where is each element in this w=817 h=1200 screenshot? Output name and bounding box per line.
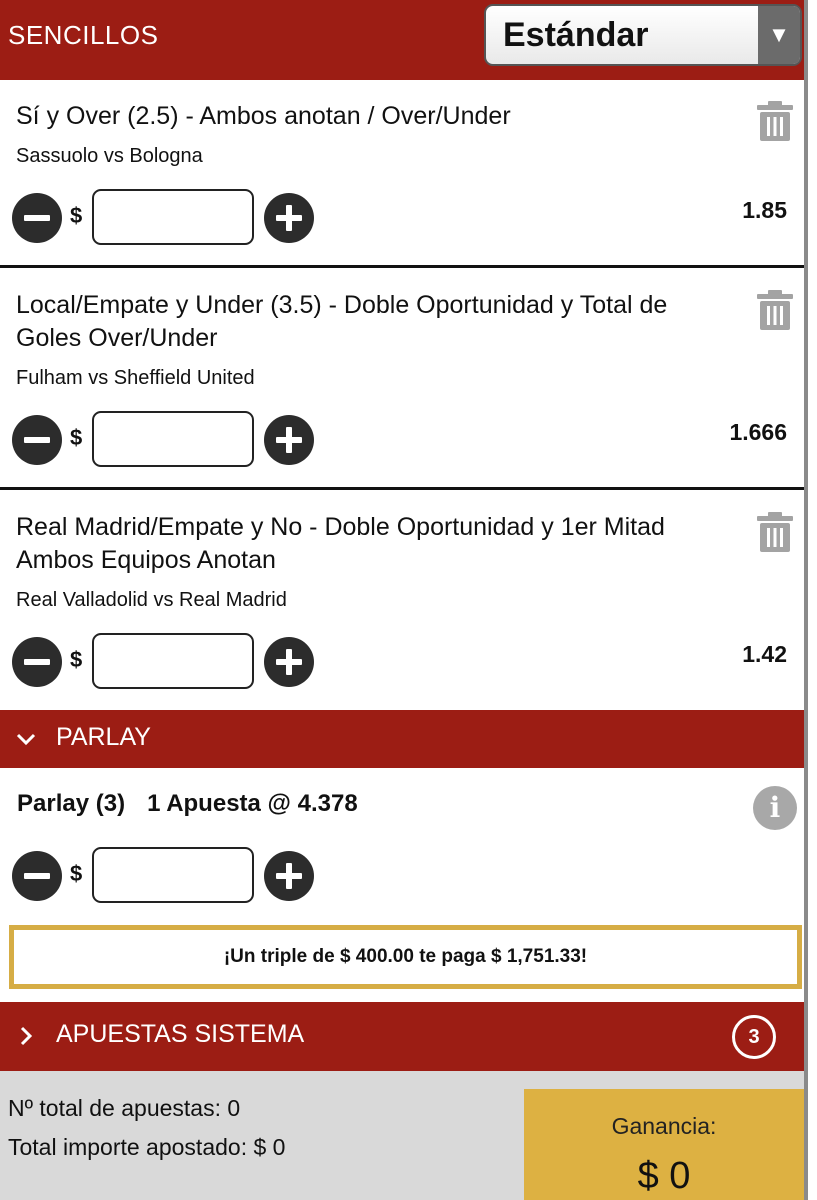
odds-value: 1.42 — [742, 641, 787, 667]
parlay-stake-input[interactable] — [92, 847, 254, 903]
minus-circle-icon[interactable] — [12, 637, 62, 687]
parlay-name: Parlay (3) — [17, 790, 126, 817]
plus-circle-icon[interactable] — [264, 193, 314, 243]
currency-symbol: $ — [70, 425, 83, 450]
total-bets-count: Nº total de apuestas: 0 — [8, 1095, 241, 1121]
gain-value: $ 0 — [637, 1155, 691, 1197]
trash-icon[interactable] — [756, 511, 794, 553]
parlay-section-label: PARLAY — [56, 723, 151, 751]
info-icon[interactable]: i — [753, 786, 797, 830]
section-title-singles: SENCILLOS — [8, 20, 159, 50]
match-name: Sassuolo vs Bologna — [16, 145, 203, 167]
plus-circle-icon[interactable] — [264, 415, 314, 465]
bet-card: Real Madrid/Empate y No - Doble Oportuni… — [0, 490, 804, 710]
plus-circle-icon[interactable] — [264, 637, 314, 687]
stake-input[interactable] — [92, 411, 254, 467]
selection-title: Sí y Over (2.5) - Ambos anotan / Over/Un… — [16, 102, 511, 130]
bet-mode-select[interactable]: Estándar ▼ — [484, 4, 802, 66]
potential-gain-box: Ganancia: $ 0 — [524, 1089, 804, 1200]
dropdown-arrow-icon[interactable]: ▼ — [758, 6, 800, 64]
stake-control: $ — [12, 632, 322, 692]
selection-title: Local/Empate y Under (3.5) - Doble Oport… — [16, 291, 668, 352]
currency-symbol: $ — [70, 647, 83, 672]
parlay-summary: 1 Apuesta @ 4.378 — [147, 790, 358, 817]
bet-mode-value: Estándar — [503, 16, 649, 54]
stake-input[interactable] — [92, 633, 254, 689]
match-name: Real Valladolid vs Real Madrid — [16, 589, 287, 611]
stake-control: $ — [12, 410, 322, 470]
chevron-down-icon — [16, 733, 36, 746]
system-bets-section-toggle[interactable]: APUESTAS SISTEMA 3 — [0, 1002, 804, 1071]
currency-symbol: $ — [70, 861, 83, 886]
total-staked-amount: Total importe apostado: $ 0 — [8, 1134, 286, 1160]
minus-circle-icon[interactable] — [12, 415, 62, 465]
parlay-section-toggle[interactable]: PARLAY — [0, 710, 804, 768]
trash-icon[interactable] — [756, 100, 794, 142]
betslip-summary: Nº total de apuestas: 0 Total importe ap… — [0, 1071, 804, 1200]
plus-circle-icon[interactable] — [264, 851, 314, 901]
promo-banner: ¡Un triple de $ 400.00 te paga $ 1,751.3… — [9, 925, 802, 989]
trash-icon[interactable] — [756, 289, 794, 331]
gain-label: Ganancia: — [611, 1113, 717, 1139]
minus-circle-icon[interactable] — [12, 851, 62, 901]
odds-value: 1.666 — [729, 419, 787, 445]
stake-input[interactable] — [92, 189, 254, 245]
selection-title: Real Madrid/Empate y No - Doble Oportuni… — [16, 513, 665, 574]
parlay-title: Parlay (3) 1 Apuesta @ 4.378 — [17, 790, 358, 818]
chevron-right-icon — [20, 1026, 33, 1046]
currency-symbol: $ — [70, 203, 83, 228]
stake-control: $ — [12, 188, 322, 248]
odds-value: 1.85 — [742, 197, 787, 223]
stake-control: $ — [12, 846, 322, 906]
bet-card: Local/Empate y Under (3.5) - Doble Oport… — [0, 268, 804, 487]
parlay-card: Parlay (3) 1 Apuesta @ 4.378 i $ ¡Un trip… — [0, 768, 804, 1002]
system-bets-label: APUESTAS SISTEMA — [56, 1020, 305, 1048]
system-bets-count-badge: 3 — [732, 1015, 776, 1059]
minus-circle-icon[interactable] — [12, 193, 62, 243]
betslip-header: SENCILLOS Estándar ▼ — [0, 0, 804, 80]
bet-card: Sí y Over (2.5) - Ambos anotan / Over/Un… — [0, 80, 804, 266]
match-name: Fulham vs Sheffield United — [16, 367, 255, 389]
